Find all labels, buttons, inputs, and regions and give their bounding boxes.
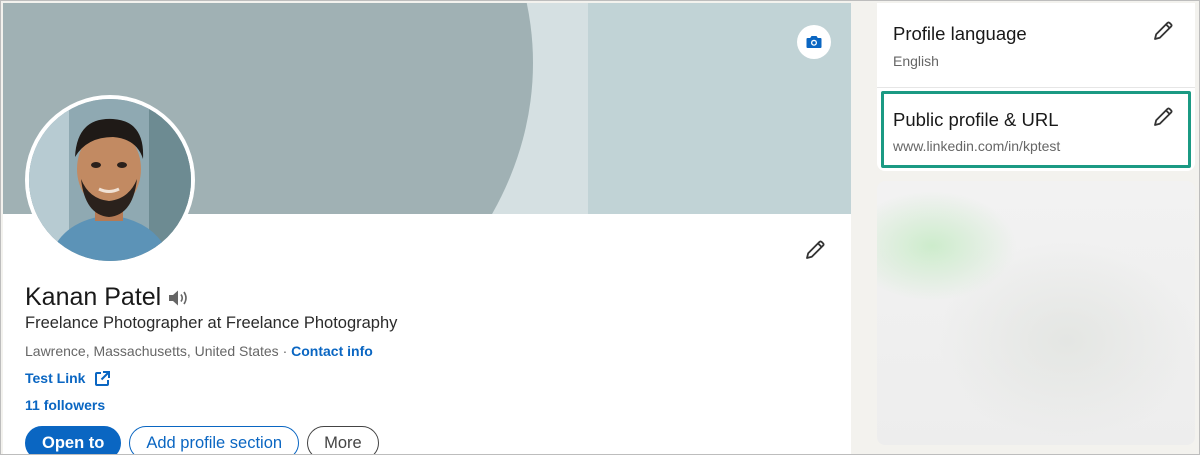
public-profile-highlight bbox=[881, 91, 1191, 168]
profile-language-title: Profile language bbox=[893, 23, 1027, 44]
profile-location-row: Lawrence, Massachusetts, United States ·… bbox=[25, 343, 373, 359]
pencil-icon bbox=[1154, 21, 1173, 40]
profile-location: Lawrence, Massachusetts, United States bbox=[25, 343, 279, 359]
external-link-button[interactable] bbox=[95, 370, 111, 386]
contact-info-link[interactable]: Contact info bbox=[291, 343, 373, 359]
avatar bbox=[29, 99, 191, 261]
camera-icon bbox=[806, 36, 822, 48]
more-button[interactable]: More bbox=[307, 426, 379, 454]
blurred-content-card bbox=[877, 181, 1195, 445]
edit-profile-language-button[interactable] bbox=[1149, 17, 1177, 45]
external-link-icon bbox=[95, 370, 111, 386]
profile-intro-card: Kanan Patel Freelance Photographer at Fr… bbox=[3, 3, 851, 454]
website-link[interactable]: Test Link bbox=[25, 370, 85, 386]
speaker-icon bbox=[169, 290, 188, 305]
profile-photo[interactable] bbox=[25, 95, 195, 265]
website-link-row: Test Link bbox=[25, 370, 111, 386]
profile-headline: Freelance Photographer at Freelance Phot… bbox=[25, 314, 398, 332]
add-profile-section-button[interactable]: Add profile section bbox=[129, 426, 300, 454]
profile-name-row: Kanan Patel bbox=[25, 283, 190, 312]
pencil-icon bbox=[806, 240, 825, 259]
open-to-button[interactable]: Open to bbox=[25, 426, 122, 454]
divider bbox=[877, 87, 1195, 88]
profile-language-value: English bbox=[893, 53, 939, 69]
separator: · bbox=[278, 343, 292, 359]
app-window: Kanan Patel Freelance Photographer at Fr… bbox=[0, 0, 1200, 455]
edit-banner-button[interactable] bbox=[797, 25, 831, 59]
profile-name: Kanan Patel bbox=[25, 283, 162, 311]
edit-intro-button[interactable] bbox=[801, 236, 829, 264]
followers-link[interactable]: 11 followers bbox=[25, 397, 105, 413]
name-pronunciation-button[interactable] bbox=[168, 289, 190, 307]
profile-actions: Open to Add profile section More bbox=[25, 426, 379, 454]
profile-settings-card: Profile language English Public profile … bbox=[877, 3, 1195, 171]
